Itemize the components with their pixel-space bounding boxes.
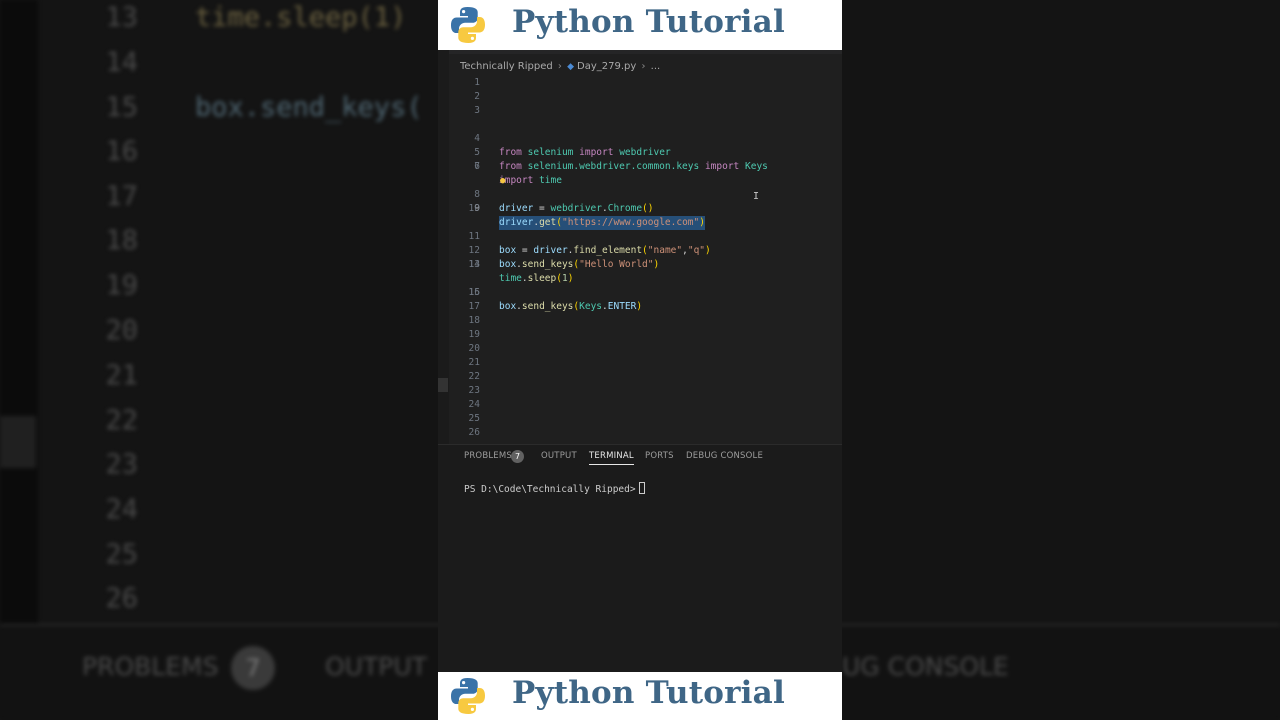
bg-gutter-highlight (0, 416, 36, 468)
code-line[interactable]: 10 (438, 202, 842, 216)
bg-code-line: box.send_keys( (195, 92, 423, 123)
bg-line-number: 24 (105, 494, 138, 525)
python-logo-icon (451, 678, 485, 714)
code-line[interactable]: 26 (438, 426, 842, 440)
bg-line-number: 25 (105, 539, 138, 570)
bg-line-number: 21 (105, 360, 138, 391)
code-line[interactable]: 4 from selenium import webdriver (438, 118, 842, 158)
bottom-panel: PROBLEMS 7 OUTPUT TERMINAL PORTS DEBUG C… (438, 444, 842, 672)
chevron-right-icon: › (641, 61, 646, 72)
terminal-prompt[interactable]: PS D:\Code\Technically Ripped> (464, 482, 645, 495)
bg-code-line: time.sleep(1) (195, 2, 407, 33)
python-file-icon: ◆ (567, 62, 575, 72)
banner-title: Python Tutorial (512, 675, 785, 711)
banner-title: Python Tutorial (512, 4, 785, 40)
bg-line-number: 16 (105, 136, 138, 167)
bg-tab-problems: PROBLEMS (82, 652, 219, 681)
code-line[interactable]: 25 (438, 412, 842, 426)
bg-tab-debug-console: UG CONSOLE (842, 652, 1009, 681)
panel-tabs: PROBLEMS 7 OUTPUT TERMINAL PORTS DEBUG C… (438, 450, 842, 471)
tab-problems[interactable]: PROBLEMS (464, 451, 512, 461)
bg-line-number: 18 (105, 225, 138, 256)
code-line[interactable]: 3 (438, 104, 842, 118)
code-line[interactable]: 14 (438, 258, 842, 272)
code-line[interactable]: 23 (438, 384, 842, 398)
code-line[interactable]: 24 (438, 398, 842, 412)
bg-tab-output: OUTPUT (325, 652, 427, 681)
breadcrumb-folder[interactable]: Technically Ripped (460, 61, 553, 72)
bg-line-number: 17 (105, 181, 138, 212)
code-line[interactable]: 8 driver = webdriver.Chrome() ● (438, 174, 842, 214)
code-line[interactable]: 19 (438, 328, 842, 342)
ibeam-cursor-icon: I (753, 191, 760, 202)
editor-tabstrip (438, 50, 842, 54)
problems-count-badge: 7 (511, 450, 524, 463)
breadcrumb: Technically Ripped › ◆ Day_279.py › ... (460, 61, 660, 72)
code-line[interactable]: 18 (438, 314, 842, 328)
code-line[interactable]: 15 box.send_keys(Keys.ENTER) (438, 272, 842, 312)
code-line[interactable]: 13 time.sleep(1) (438, 244, 842, 284)
code-line[interactable]: 2 (438, 90, 842, 104)
bg-line-number: 22 (105, 405, 138, 436)
code-line[interactable]: 6 import time (438, 146, 842, 186)
bg-line-number: 19 (105, 270, 138, 301)
lightbulb-icon[interactable]: ● (500, 174, 505, 188)
tab-output[interactable]: OUTPUT (541, 451, 577, 461)
chevron-right-icon: › (557, 61, 562, 72)
code-line[interactable]: 20 (438, 342, 842, 356)
code-line[interactable]: 17 (438, 300, 842, 314)
bg-line-number: 15 (105, 92, 138, 123)
bg-problems-badge: 7 (231, 646, 275, 690)
video-frame: Python Tutorial Technically Ripped › ◆ Da… (438, 0, 842, 720)
code-line[interactable]: 1 (438, 76, 842, 90)
bottom-banner: Python Tutorial (438, 672, 842, 720)
bg-line-number: 26 (105, 583, 138, 614)
code-line[interactable]: 22 (438, 370, 842, 384)
bg-line-number: 20 (105, 315, 138, 346)
bg-line-number: 23 (105, 449, 138, 480)
bg-gutter (0, 0, 38, 720)
code-line[interactable]: 11 box = driver.find_element("name","q") (438, 216, 842, 256)
breadcrumb-file[interactable]: Day_279.py (577, 61, 636, 72)
code-line[interactable]: 5 from selenium.webdriver.common.keys im… (438, 132, 842, 172)
code-line[interactable]: 12 box.send_keys("Hello World") (438, 230, 842, 270)
python-logo-icon (451, 7, 485, 43)
tab-debug-console[interactable]: DEBUG CONSOLE (686, 451, 763, 461)
code-line-selected[interactable]: 9 driver.get("https://www.google.com") (438, 188, 842, 230)
code-line[interactable]: 21 (438, 356, 842, 370)
code-line[interactable]: 16 (438, 286, 842, 300)
bg-line-number: 13 (105, 2, 138, 33)
top-banner: Python Tutorial (438, 0, 842, 50)
bg-line-number: 14 (105, 47, 138, 78)
breadcrumb-more[interactable]: ... (651, 61, 661, 72)
tab-ports[interactable]: PORTS (645, 451, 674, 461)
terminal-cursor (638, 482, 645, 494)
code-line[interactable]: 7 (438, 160, 842, 174)
tab-terminal[interactable]: TERMINAL (589, 451, 634, 465)
